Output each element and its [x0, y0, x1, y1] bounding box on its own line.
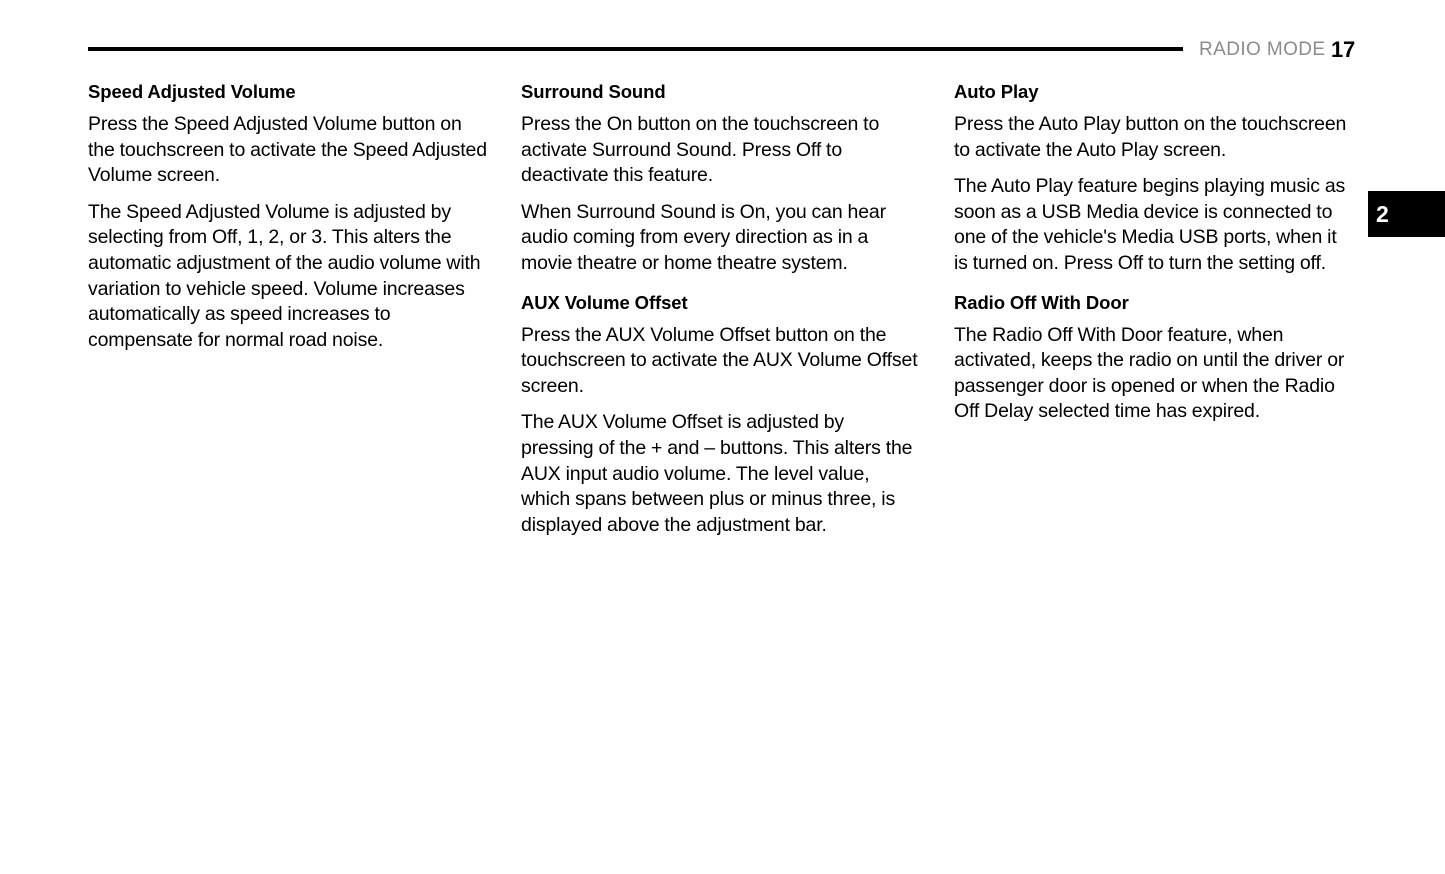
section-aux-volume-offset: AUX Volume Offset Press the AUX Volume O… [521, 291, 921, 539]
header-section-label: RADIO MODE [1199, 39, 1326, 60]
body-paragraph: When Surround Sound is On, you can hear … [521, 200, 886, 274]
section-speed-adjusted-volume: Speed Adjusted Volume Press the Speed Ad… [88, 80, 488, 353]
body-paragraph: The Speed Adjusted Volume is adjusted by… [88, 200, 481, 351]
header-rule [88, 47, 1183, 51]
section-auto-play: Auto Play Press the Auto Play button on … [954, 80, 1354, 277]
body-paragraph: Press the AUX Volume Offset button on th… [521, 323, 918, 397]
section-heading: AUX Volume Offset [521, 291, 688, 313]
section-heading: Speed Adjusted Volume [88, 81, 296, 102]
text-column-2: Surround Sound Press the On button on th… [521, 80, 921, 544]
content-columns: Speed Adjusted Volume Press the Speed Ad… [88, 80, 1358, 544]
chapter-tab: 2 [1368, 191, 1445, 237]
body-paragraph: The Auto Play feature begins playing mus… [954, 175, 1346, 274]
body-paragraph: The AUX Volume Offset is adjusted by pre… [521, 411, 913, 536]
text-column-1: Speed Adjusted Volume Press the Speed Ad… [88, 80, 488, 359]
body-paragraph: Press the On button on the touchscreen t… [521, 113, 880, 187]
page-header: RADIO MODE 17 [88, 30, 1357, 70]
chapter-tab-label: 2 [1376, 201, 1389, 227]
section-heading: Radio Off With Door [954, 291, 1129, 313]
body-paragraph: The Radio Off With Door feature, when ac… [954, 323, 1345, 423]
section-surround-sound: Surround Sound Press the On button on th… [521, 80, 921, 277]
body-paragraph: Press the Speed Adjusted Volume button o… [88, 113, 487, 187]
section-heading: Surround Sound [521, 81, 666, 102]
text-column-3: Auto Play Press the Auto Play button on … [954, 80, 1354, 431]
page-number: 17 [1331, 37, 1356, 62]
section-heading: Auto Play [954, 81, 1039, 102]
section-radio-off-with-door: Radio Off With Door The Radio Off With D… [954, 291, 1354, 425]
body-paragraph: Press the Auto Play button on the touchs… [954, 113, 1347, 161]
